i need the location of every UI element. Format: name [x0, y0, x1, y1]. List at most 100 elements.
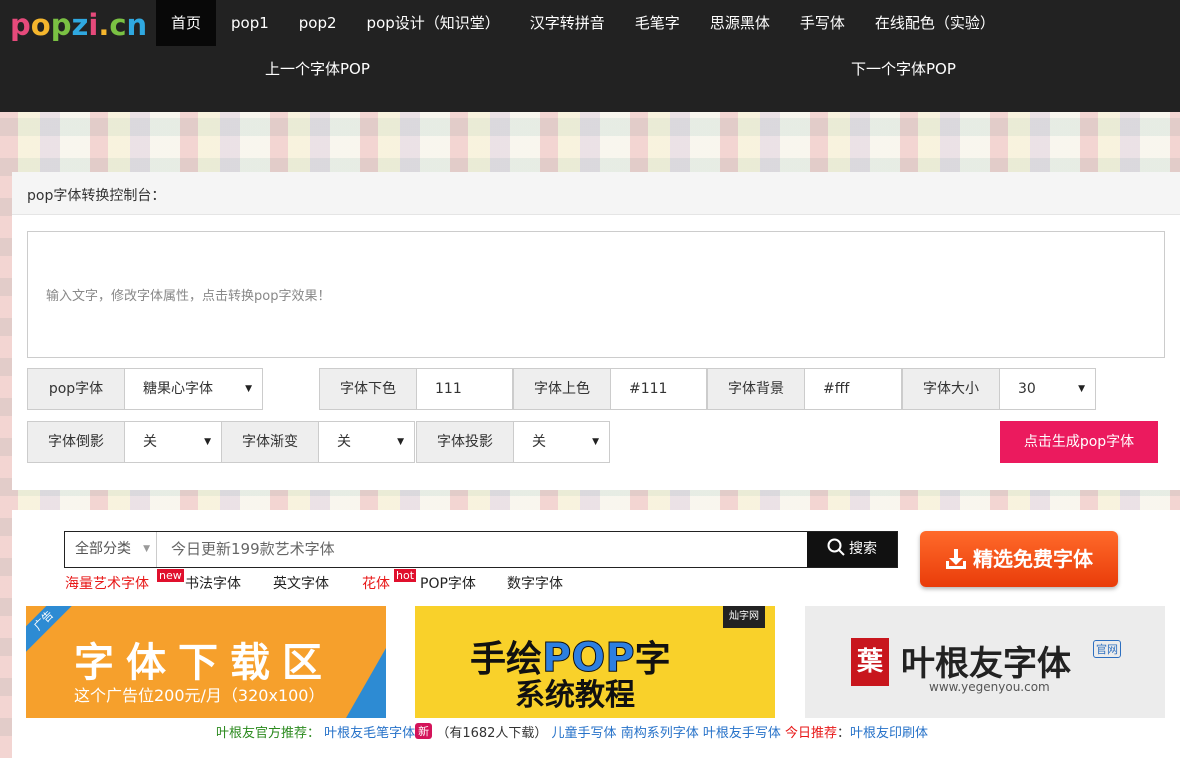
search-icon	[827, 538, 845, 556]
logo-letter: i	[88, 8, 99, 42]
gradient-select[interactable]: 关 ▼	[319, 422, 414, 462]
logo-letter: .	[98, 8, 110, 42]
nav-item-brush[interactable]: 毛笔字	[620, 0, 695, 46]
size-select[interactable]: 30 ▼	[1000, 369, 1095, 409]
logo-letter: p	[50, 8, 72, 42]
link-calligraphy[interactable]: 书法字体	[185, 573, 241, 593]
search-button[interactable]: 搜索	[807, 532, 897, 567]
nav-item-pop2[interactable]: pop2	[284, 0, 352, 46]
nav-item-handwriting[interactable]: 手写体	[785, 0, 860, 46]
chevron-down-icon: ▼	[204, 437, 211, 447]
yegenyou-url: www.yegenyou.com	[929, 680, 1050, 694]
logo[interactable]: popzi.cn	[10, 8, 147, 42]
shadow-select[interactable]: 关 ▼	[514, 422, 609, 462]
recommendation-line: 叶根友官方推荐： 叶根友毛笔字体新 （有1682人下载） 儿童手写体 南构系列字…	[216, 722, 928, 741]
search-bar: 全部分类 ▼ 今日更新199款艺术字体 搜索	[64, 531, 898, 568]
panel-header: pop字体转换控制台：	[12, 172, 1180, 215]
bg-color-label: 字体背景	[708, 369, 805, 409]
recommend-label: 叶根友官方推荐：	[216, 726, 321, 741]
free-fonts-label: 精选免费字体	[973, 547, 1093, 571]
site-stamp: 灿字网	[723, 606, 765, 628]
official-badge: 官网	[1093, 640, 1121, 658]
nav-item-pinyin[interactable]: 汉字转拼音	[515, 0, 620, 46]
free-fonts-button[interactable]: 精选免费字体	[920, 531, 1118, 587]
prev-font-link[interactable]: 上一个字体POP	[265, 58, 370, 79]
upper-color-input[interactable]: #111	[611, 369, 706, 409]
hot-badge: hot	[394, 569, 417, 582]
font-label: pop字体	[28, 369, 125, 409]
logo-letter: p	[10, 8, 31, 42]
yegenyou-title: 叶根友字体	[901, 644, 1071, 684]
ad-corner-label: 广告	[26, 606, 79, 656]
link-digital[interactable]: 数字字体	[507, 573, 563, 593]
chevron-down-icon: ▼	[1078, 384, 1085, 394]
reflection-label: 字体倒影	[28, 422, 125, 462]
ad-subtitle: 这个广告位200元/月（320x100）	[74, 686, 325, 705]
reflection-group: 字体倒影 关 ▼	[27, 421, 222, 463]
generate-button[interactable]: 点击生成pop字体	[1000, 421, 1158, 463]
size-group: 字体大小 30 ▼	[902, 368, 1096, 410]
shadow-select-value: 关	[532, 434, 546, 450]
font-select-group: pop字体 糖果心字体 ▼	[27, 368, 263, 410]
upper-color-label: 字体上色	[514, 369, 611, 409]
chevron-down-icon: ▼	[592, 437, 599, 447]
under-color-group: 字体下色 111	[319, 368, 513, 410]
nav-item-color[interactable]: 在线配色（实验）	[860, 0, 1010, 46]
upper-color-group: 字体上色 #111	[513, 368, 707, 410]
bg-color-group: 字体背景 #fff	[707, 368, 902, 410]
link-english[interactable]: 英文字体	[273, 573, 329, 593]
top-nav: popzi.cn 首页 pop1 pop2 pop设计（知识堂） 汉字转拼音 毛…	[0, 0, 1180, 112]
recommend-link-nangou[interactable]: 南构系列字体	[621, 726, 699, 741]
pop-tutorial-banner[interactable]: 灿字网 手绘POP字 系统教程	[415, 606, 775, 718]
recommend-link-print[interactable]: 叶根友印刷体	[850, 726, 928, 741]
link-art-fonts[interactable]: 海量艺术字体	[65, 573, 149, 593]
today-colon: ：	[837, 726, 851, 741]
under-color-input[interactable]: 111	[417, 369, 512, 409]
gradient-label: 字体渐变	[222, 422, 319, 462]
logo-letter: n	[126, 8, 148, 42]
nav-item-pop1[interactable]: pop1	[216, 0, 284, 46]
ad-title: 字体下载区	[74, 640, 334, 686]
reflection-select-value: 关	[143, 434, 157, 450]
size-select-value: 30	[1018, 381, 1036, 397]
logo-letter: c	[109, 8, 127, 42]
ad-corner-decoration	[346, 648, 386, 718]
link-fancy[interactable]: 花体	[362, 573, 390, 593]
nav-menu: 首页 pop1 pop2 pop设计（知识堂） 汉字转拼音 毛笔字 思源黑体 手…	[156, 0, 1010, 46]
pop-banner-word-c: 字	[634, 639, 671, 680]
next-font-link[interactable]: 下一个字体POP	[851, 58, 956, 79]
reflection-select[interactable]: 关 ▼	[125, 422, 221, 462]
category-select[interactable]: 全部分类 ▼	[65, 532, 157, 567]
under-color-label: 字体下色	[320, 369, 417, 409]
pop-banner-subtitle: 系统教程	[515, 678, 635, 713]
search-input[interactable]: 今日更新199款艺术字体	[157, 532, 807, 567]
gradient-group: 字体渐变 关 ▼	[221, 421, 415, 463]
gradient-select-value: 关	[337, 434, 351, 450]
recommend-link-kids[interactable]: 儿童手写体	[552, 726, 617, 741]
bg-color-input[interactable]: #fff	[805, 369, 901, 409]
text-input[interactable]: 输入文字，修改字体属性，点击转换pop字效果！	[27, 231, 1165, 358]
search-button-label: 搜索	[849, 541, 877, 557]
recommend-link-brush[interactable]: 叶根友毛笔字体	[324, 726, 415, 741]
nav-item-siyuan[interactable]: 思源黑体	[695, 0, 785, 46]
font-select[interactable]: 糖果心字体 ▼	[125, 369, 262, 409]
panel-title: pop字体转换控制台：	[27, 188, 166, 204]
chevron-down-icon: ▼	[143, 544, 150, 554]
link-pop[interactable]: POP字体	[420, 573, 476, 593]
yegenyou-banner[interactable]: 葉 叶根友字体 官网 www.yegenyou.com	[805, 606, 1165, 718]
size-label: 字体大小	[903, 369, 1000, 409]
chevron-down-icon: ▼	[397, 437, 404, 447]
shadow-label: 字体投影	[417, 422, 514, 462]
recommend-link-handwriting[interactable]: 叶根友手写体	[703, 726, 781, 741]
category-value: 全部分类	[75, 541, 131, 557]
nav-item-home[interactable]: 首页	[156, 0, 217, 46]
control-panel: pop字体转换控制台： 输入文字，修改字体属性，点击转换pop字效果！ pop字…	[12, 172, 1180, 490]
font-select-value: 糖果心字体	[143, 381, 213, 397]
nav-item-pop-design[interactable]: pop设计（知识堂）	[352, 0, 515, 46]
ad-banner[interactable]: 广告 字体下载区 这个广告位200元/月（320x100）	[26, 606, 386, 718]
font-search-section: 全部分类 ▼ 今日更新199款艺术字体 搜索 精选免费字体 海量艺术字体 new …	[12, 510, 1180, 758]
today-label: 今日推荐	[785, 726, 838, 741]
new-badge: 新	[415, 723, 433, 739]
download-count: （有1682人下载）	[436, 726, 548, 741]
chevron-down-icon: ▼	[245, 384, 252, 394]
